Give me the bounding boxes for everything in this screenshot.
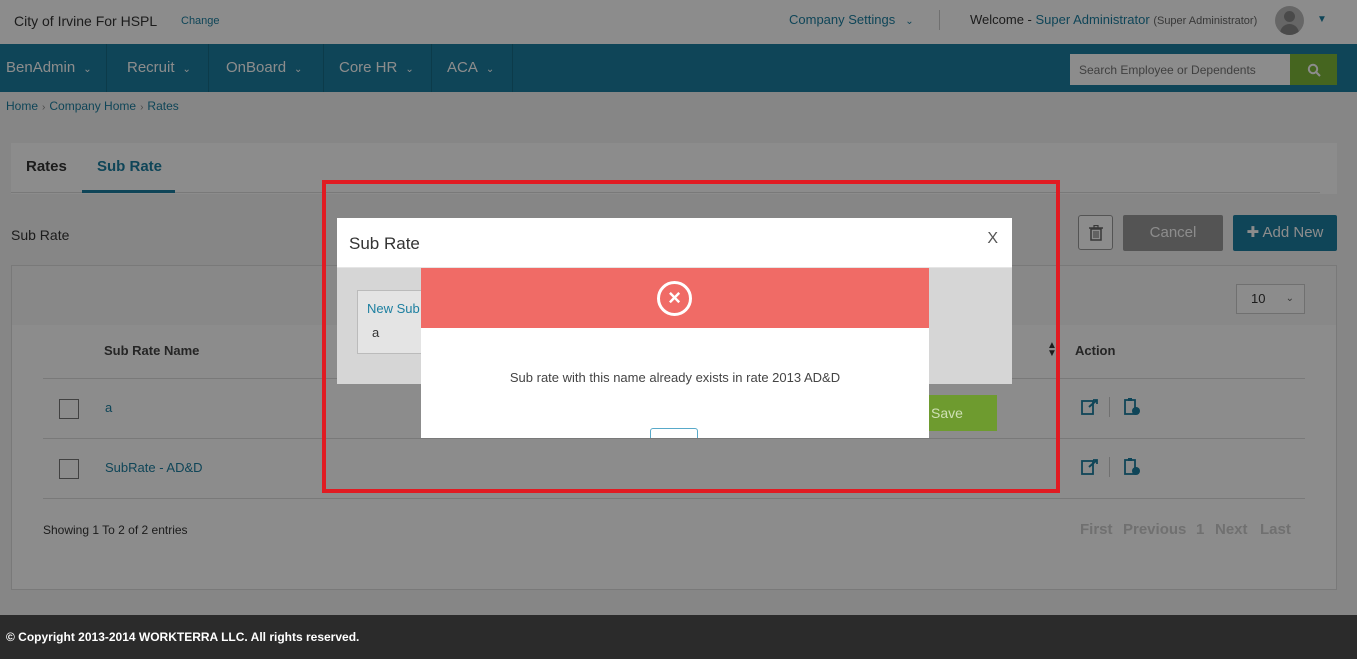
- copyright-text: © Copyright 2013-2014 WORKTERRA LLC. All…: [6, 630, 360, 644]
- highlight-box: [322, 180, 1060, 493]
- footer: © Copyright 2013-2014 WORKTERRA LLC. All…: [0, 615, 1357, 659]
